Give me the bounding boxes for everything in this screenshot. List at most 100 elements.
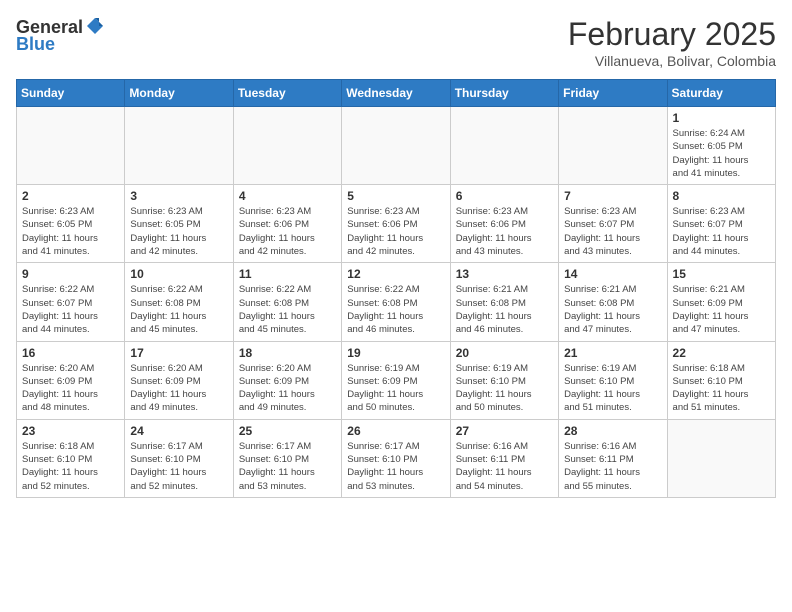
title-block: February 2025 Villanueva, Bolivar, Colom…	[568, 16, 776, 69]
day-number: 28	[564, 424, 661, 438]
day-info: Sunrise: 6:17 AM Sunset: 6:10 PM Dayligh…	[130, 440, 227, 493]
calendar-cell: 15 Sunrise: 6:21 AM Sunset: 6:09 PM Dayli…	[667, 263, 775, 341]
calendar-cell: 8 Sunrise: 6:23 AM Sunset: 6:07 PM Daylig…	[667, 185, 775, 263]
calendar-cell	[450, 107, 558, 185]
day-number: 20	[456, 346, 553, 360]
calendar-cell	[125, 107, 233, 185]
calendar-cell: 20 Sunrise: 6:19 AM Sunset: 6:10 PM Dayli…	[450, 341, 558, 419]
day-number: 16	[22, 346, 119, 360]
day-number: 14	[564, 267, 661, 281]
day-info: Sunrise: 6:21 AM Sunset: 6:08 PM Dayligh…	[564, 283, 661, 336]
day-info: Sunrise: 6:23 AM Sunset: 6:07 PM Dayligh…	[564, 205, 661, 258]
day-number: 22	[673, 346, 770, 360]
weekday-header-sunday: Sunday	[17, 80, 125, 107]
day-number: 2	[22, 189, 119, 203]
day-number: 8	[673, 189, 770, 203]
calendar-cell: 23 Sunrise: 6:18 AM Sunset: 6:10 PM Dayli…	[17, 419, 125, 497]
day-number: 18	[239, 346, 336, 360]
day-number: 1	[673, 111, 770, 125]
day-info: Sunrise: 6:22 AM Sunset: 6:08 PM Dayligh…	[347, 283, 444, 336]
day-info: Sunrise: 6:24 AM Sunset: 6:05 PM Dayligh…	[673, 127, 770, 180]
calendar-cell: 16 Sunrise: 6:20 AM Sunset: 6:09 PM Dayli…	[17, 341, 125, 419]
day-info: Sunrise: 6:22 AM Sunset: 6:08 PM Dayligh…	[239, 283, 336, 336]
calendar-week-row: 23 Sunrise: 6:18 AM Sunset: 6:10 PM Dayli…	[17, 419, 776, 497]
calendar-cell: 12 Sunrise: 6:22 AM Sunset: 6:08 PM Dayli…	[342, 263, 450, 341]
calendar-week-row: 1 Sunrise: 6:24 AM Sunset: 6:05 PM Daylig…	[17, 107, 776, 185]
day-info: Sunrise: 6:22 AM Sunset: 6:07 PM Dayligh…	[22, 283, 119, 336]
calendar-cell: 28 Sunrise: 6:16 AM Sunset: 6:11 PM Dayli…	[559, 419, 667, 497]
day-info: Sunrise: 6:23 AM Sunset: 6:06 PM Dayligh…	[239, 205, 336, 258]
calendar-cell: 19 Sunrise: 6:19 AM Sunset: 6:09 PM Dayli…	[342, 341, 450, 419]
page-header: General Blue February 2025 Villanueva, B…	[16, 16, 776, 69]
day-info: Sunrise: 6:21 AM Sunset: 6:09 PM Dayligh…	[673, 283, 770, 336]
day-info: Sunrise: 6:20 AM Sunset: 6:09 PM Dayligh…	[239, 362, 336, 415]
day-info: Sunrise: 6:16 AM Sunset: 6:11 PM Dayligh…	[456, 440, 553, 493]
day-info: Sunrise: 6:23 AM Sunset: 6:07 PM Dayligh…	[673, 205, 770, 258]
calendar-cell: 1 Sunrise: 6:24 AM Sunset: 6:05 PM Daylig…	[667, 107, 775, 185]
calendar-cell: 11Sunrise: 6:22 AM Sunset: 6:08 PM Dayli…	[233, 263, 341, 341]
day-info: Sunrise: 6:23 AM Sunset: 6:06 PM Dayligh…	[347, 205, 444, 258]
calendar-cell	[233, 107, 341, 185]
day-number: 23	[22, 424, 119, 438]
day-number: 5	[347, 189, 444, 203]
calendar-cell	[17, 107, 125, 185]
calendar-cell: 14 Sunrise: 6:21 AM Sunset: 6:08 PM Dayli…	[559, 263, 667, 341]
day-number: 27	[456, 424, 553, 438]
calendar-cell: 13 Sunrise: 6:21 AM Sunset: 6:08 PM Dayli…	[450, 263, 558, 341]
calendar-cell: 18 Sunrise: 6:20 AM Sunset: 6:09 PM Dayli…	[233, 341, 341, 419]
calendar-cell	[667, 419, 775, 497]
calendar-cell	[559, 107, 667, 185]
day-info: Sunrise: 6:19 AM Sunset: 6:10 PM Dayligh…	[564, 362, 661, 415]
day-info: Sunrise: 6:17 AM Sunset: 6:10 PM Dayligh…	[347, 440, 444, 493]
day-number: 24	[130, 424, 227, 438]
day-number: 4	[239, 189, 336, 203]
weekday-header-monday: Monday	[125, 80, 233, 107]
logo: General Blue	[16, 16, 105, 55]
day-info: Sunrise: 6:19 AM Sunset: 6:10 PM Dayligh…	[456, 362, 553, 415]
calendar-cell: 24 Sunrise: 6:17 AM Sunset: 6:10 PM Dayli…	[125, 419, 233, 497]
day-number: 12	[347, 267, 444, 281]
day-info: Sunrise: 6:23 AM Sunset: 6:05 PM Dayligh…	[130, 205, 227, 258]
weekday-header-saturday: Saturday	[667, 80, 775, 107]
calendar-cell: 7 Sunrise: 6:23 AM Sunset: 6:07 PM Daylig…	[559, 185, 667, 263]
calendar-cell: 26 Sunrise: 6:17 AM Sunset: 6:10 PM Dayli…	[342, 419, 450, 497]
weekday-header-wednesday: Wednesday	[342, 80, 450, 107]
day-number: 15	[673, 267, 770, 281]
day-info: Sunrise: 6:18 AM Sunset: 6:10 PM Dayligh…	[22, 440, 119, 493]
calendar-cell: 25Sunrise: 6:17 AM Sunset: 6:10 PM Dayli…	[233, 419, 341, 497]
day-number: 9	[22, 267, 119, 281]
calendar-table: SundayMondayTuesdayWednesdayThursdayFrid…	[16, 79, 776, 498]
day-info: Sunrise: 6:20 AM Sunset: 6:09 PM Dayligh…	[130, 362, 227, 415]
month-year: February 2025	[568, 16, 776, 53]
weekday-header-thursday: Thursday	[450, 80, 558, 107]
calendar-week-row: 2 Sunrise: 6:23 AM Sunset: 6:05 PM Daylig…	[17, 185, 776, 263]
day-number: 10	[130, 267, 227, 281]
day-number: 6	[456, 189, 553, 203]
day-info: Sunrise: 6:19 AM Sunset: 6:09 PM Dayligh…	[347, 362, 444, 415]
day-info: Sunrise: 6:20 AM Sunset: 6:09 PM Dayligh…	[22, 362, 119, 415]
day-number: 25	[239, 424, 336, 438]
calendar-cell: 4 Sunrise: 6:23 AM Sunset: 6:06 PM Daylig…	[233, 185, 341, 263]
calendar-cell: 2 Sunrise: 6:23 AM Sunset: 6:05 PM Daylig…	[17, 185, 125, 263]
logo-icon	[85, 16, 105, 36]
weekday-header-row: SundayMondayTuesdayWednesdayThursdayFrid…	[17, 80, 776, 107]
calendar-cell: 3Sunrise: 6:23 AM Sunset: 6:05 PM Daylig…	[125, 185, 233, 263]
calendar-week-row: 9 Sunrise: 6:22 AM Sunset: 6:07 PM Daylig…	[17, 263, 776, 341]
day-number: 19	[347, 346, 444, 360]
day-number: 7	[564, 189, 661, 203]
day-number: 13	[456, 267, 553, 281]
day-number: 26	[347, 424, 444, 438]
calendar-cell	[342, 107, 450, 185]
calendar-cell: 21Sunrise: 6:19 AM Sunset: 6:10 PM Dayli…	[559, 341, 667, 419]
day-info: Sunrise: 6:21 AM Sunset: 6:08 PM Dayligh…	[456, 283, 553, 336]
location: Villanueva, Bolivar, Colombia	[568, 53, 776, 69]
calendar-cell: 6 Sunrise: 6:23 AM Sunset: 6:06 PM Daylig…	[450, 185, 558, 263]
day-info: Sunrise: 6:16 AM Sunset: 6:11 PM Dayligh…	[564, 440, 661, 493]
calendar-week-row: 16 Sunrise: 6:20 AM Sunset: 6:09 PM Dayli…	[17, 341, 776, 419]
calendar-cell: 5 Sunrise: 6:23 AM Sunset: 6:06 PM Daylig…	[342, 185, 450, 263]
day-info: Sunrise: 6:23 AM Sunset: 6:05 PM Dayligh…	[22, 205, 119, 258]
day-info: Sunrise: 6:23 AM Sunset: 6:06 PM Dayligh…	[456, 205, 553, 258]
weekday-header-tuesday: Tuesday	[233, 80, 341, 107]
logo-blue-text: Blue	[16, 34, 55, 55]
day-info: Sunrise: 6:18 AM Sunset: 6:10 PM Dayligh…	[673, 362, 770, 415]
